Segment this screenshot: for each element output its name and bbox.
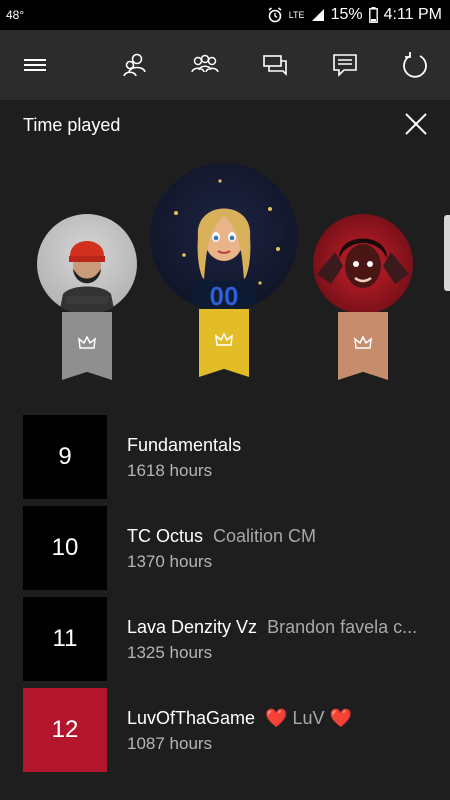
gamertag: Fundamentals	[127, 435, 242, 455]
crown-icon	[354, 336, 372, 349]
menu-icon	[24, 59, 46, 71]
status-icons: LTE 15% 4:11 PM	[267, 6, 442, 24]
list-item[interactable]: 12 LuvOfThaGame ❤️ LuV ❤️ 1087 hours	[23, 688, 443, 772]
heart-icon: ❤️	[329, 708, 352, 728]
gamertag: TC Octus	[127, 526, 204, 546]
real-name-text: LuV	[292, 708, 325, 728]
avatar	[313, 214, 413, 314]
alarm-icon	[268, 7, 282, 23]
player-name-line: Lava Denzity Vz Brandon favela c...	[127, 617, 417, 638]
close-button[interactable]	[398, 106, 434, 142]
friends-icon	[123, 53, 146, 77]
third-place-ribbon	[338, 312, 388, 380]
heart-icon: ❤️	[265, 708, 288, 728]
hours-played: 1618 hours	[127, 461, 213, 480]
hours-played: 1087 hours	[127, 734, 213, 753]
messages-button[interactable]	[250, 30, 300, 100]
menu-button[interactable]	[10, 30, 60, 100]
player-name-line: LuvOfThaGame ❤️ LuV ❤️	[127, 708, 352, 729]
crown-icon	[215, 333, 233, 346]
first-place-ribbon	[199, 309, 249, 377]
messages-icon	[263, 55, 287, 76]
refresh-button[interactable]	[390, 30, 440, 100]
podium-first[interactable]: 00	[150, 163, 298, 377]
podium-second[interactable]	[37, 214, 137, 380]
refresh-icon	[403, 52, 427, 78]
player-name-line: TC Octus Coalition CM	[127, 526, 316, 547]
avatar-image	[317, 238, 409, 288]
rank-number-current-user: 12	[23, 688, 107, 772]
list-item[interactable]: 11 Lava Denzity Vz Brandon favela c... 13…	[23, 597, 443, 681]
hours-played: 1325 hours	[127, 643, 213, 662]
real-name: Brandon favela c...	[267, 617, 418, 637]
status-bar: 48° LTE 15% 4:11 PM	[0, 0, 450, 30]
jersey-number: 00	[210, 281, 239, 311]
next-card-edge[interactable]	[444, 215, 450, 291]
party-icon	[191, 54, 219, 73]
avatar: 00	[150, 163, 298, 311]
network-label: LTE	[288, 10, 305, 20]
close-icon	[405, 113, 427, 135]
crown-icon	[78, 336, 96, 349]
gamertag: LuvOfThaGame	[127, 708, 256, 728]
list-item[interactable]: 10 TC Octus Coalition CM 1370 hours	[23, 506, 443, 590]
gamertag: Lava Denzity Vz	[127, 617, 258, 637]
rank-number: 9	[23, 415, 107, 499]
panel-title: Time played	[23, 115, 121, 135]
second-place-ribbon	[62, 312, 112, 380]
battery-icon	[368, 7, 378, 23]
avatar-image: 00	[174, 179, 280, 311]
battery-percent: 15%	[330, 6, 363, 23]
podium-third[interactable]	[313, 214, 413, 380]
avatar-image	[59, 241, 115, 314]
real-name: Coalition CM	[213, 526, 317, 546]
hours-played: 1370 hours	[127, 552, 213, 571]
signal-icon	[311, 9, 324, 21]
time-played-panel: Time played 00 9 Fundamentals 1618 hours…	[0, 100, 450, 800]
rank-number: 11	[23, 597, 107, 681]
friends-button[interactable]	[110, 30, 160, 100]
temperature-label: 48°	[6, 8, 25, 22]
clock: 4:11 PM	[383, 6, 442, 23]
party-button[interactable]	[180, 30, 230, 100]
rank-number: 10	[23, 506, 107, 590]
activity-feed-icon	[333, 54, 357, 77]
list-item[interactable]: 9 Fundamentals 1618 hours	[23, 415, 443, 499]
avatar	[37, 214, 137, 314]
real-name: ❤️ LuV ❤️	[265, 708, 352, 728]
activity-feed-button[interactable]	[320, 30, 370, 100]
app-bar	[0, 30, 450, 100]
